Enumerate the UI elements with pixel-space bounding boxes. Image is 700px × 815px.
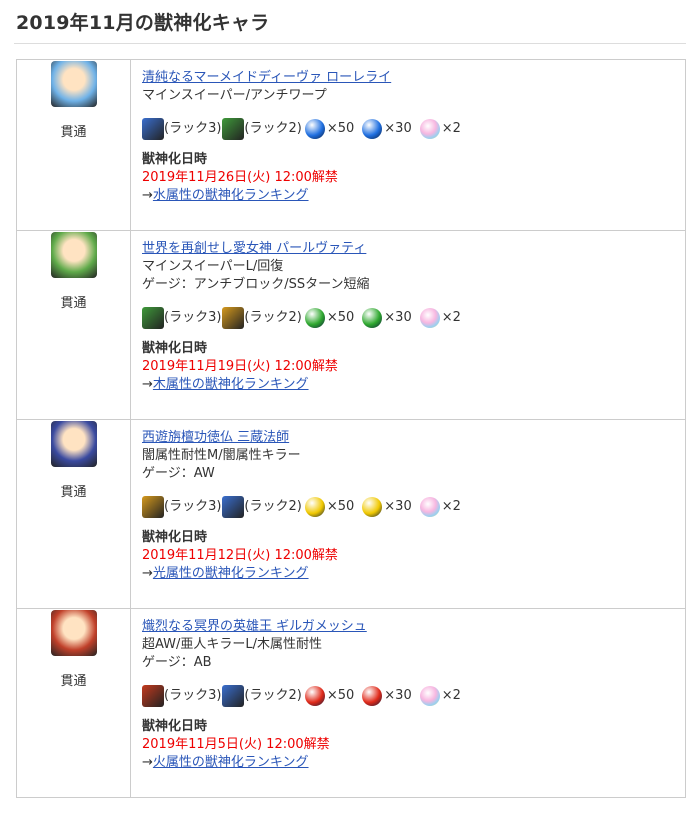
luck-label: (ラック2) <box>244 688 302 703</box>
arrow-text: → <box>142 377 153 392</box>
ability-text: 闇属性耐性M/闇属性キラー <box>142 448 301 463</box>
water-orb-icon <box>362 119 383 139</box>
materials-row: (ラック3) (ラック2) ×50 ×30 ×2 <box>142 682 675 710</box>
orb-count: ×50 <box>326 310 355 325</box>
character-row: 貫通 清純なるマーメイドディーヴァ ローレライ マインスイーパー/アンチワープ … <box>16 59 686 231</box>
materials-row: (ラック3) (ラック2) ×50 ×30 ×2 <box>142 115 675 143</box>
evolution-table: 貫通 清純なるマーメイドディーヴァ ローレライ マインスイーパー/アンチワープ … <box>16 59 686 798</box>
fire-big-orb-icon <box>304 686 325 706</box>
ranking-link[interactable]: 水属性の獣神化ランキング <box>153 188 309 203</box>
arrow-text: → <box>142 188 153 203</box>
orb-count: ×50 <box>326 688 355 703</box>
release-date: 2019年11月19日(火) 12:00解禁 <box>142 359 338 374</box>
wood-big-orb-icon <box>304 308 325 328</box>
page-title: 2019年11月の獣神化キャラ <box>14 8 686 44</box>
character-portrait-icon[interactable] <box>50 61 97 107</box>
hit-type-label: 貫通 <box>60 125 87 140</box>
portrait-cell: 貫通 <box>16 419 131 609</box>
ability-text: マインスイーパー/アンチワープ <box>142 88 327 103</box>
rainbow-orb-icon <box>419 119 440 139</box>
light-big-orb-icon <box>304 497 325 517</box>
ability-text: ゲージ：AB <box>142 655 212 670</box>
detail-cell: 熾烈なる冥界の英雄王 ギルガメッシュ 超AW/亜人キラーL/木属性耐性 ゲージ：A… <box>130 608 686 798</box>
rainbow-orb-icon <box>419 308 440 328</box>
detail-cell: 西遊旃檀功徳仏 三蔵法師 闇属性耐性M/闇属性キラー ゲージ：AW (ラック3)(… <box>130 419 686 609</box>
ability-text: ゲージ：AW <box>142 466 215 481</box>
luck-label: (ラック3) <box>164 499 222 514</box>
date-label: 獣神化日時 <box>142 530 208 545</box>
hit-type-label: 貫通 <box>60 485 87 500</box>
orb-count: ×50 <box>326 121 355 136</box>
ranking-link[interactable]: 火属性の獣神化ランキング <box>153 755 309 770</box>
orb-count: ×2 <box>441 310 461 325</box>
portrait-cell: 貫通 <box>16 59 131 231</box>
character-row: 貫通 世界を再創せし愛女神 パールヴァティ マインスイーパーL/回復ゲージ：アン… <box>16 230 686 420</box>
ranking-link[interactable]: 光属性の獣神化ランキング <box>153 566 309 581</box>
character-row: 貫通 熾烈なる冥界の英雄王 ギルガメッシュ 超AW/亜人キラーL/木属性耐性 ゲー… <box>16 608 686 798</box>
materials-row: (ラック3) (ラック2) ×50 ×30 ×2 <box>142 304 675 332</box>
ability-text: ゲージ：アンチブロック/SSターン短縮 <box>142 277 370 292</box>
light-orb-icon <box>362 497 383 517</box>
hit-type-label: 貫通 <box>60 674 87 689</box>
green-material-icon <box>142 307 164 329</box>
orb-count: ×2 <box>441 121 461 136</box>
orb-count: ×2 <box>441 688 461 703</box>
luck-label: (ラック2) <box>244 499 302 514</box>
gold-material-icon <box>222 307 245 329</box>
water-big-orb-icon <box>304 119 325 139</box>
luck-label: (ラック3) <box>164 121 222 136</box>
character-portrait-icon[interactable] <box>50 421 97 467</box>
rainbow-orb-icon <box>419 686 440 706</box>
date-label: 獣神化日時 <box>142 719 208 734</box>
gold-material-icon <box>142 496 164 518</box>
orb-count: ×30 <box>384 688 412 703</box>
character-portrait-icon[interactable] <box>50 232 97 278</box>
ranking-link[interactable]: 木属性の獣神化ランキング <box>153 377 309 392</box>
ability-text: 超AW/亜人キラーL/木属性耐性 <box>142 637 323 652</box>
fire-orb-icon <box>362 686 383 706</box>
orb-count: ×30 <box>384 121 412 136</box>
rainbow-orb-icon <box>419 497 440 517</box>
arrow-text: → <box>142 755 153 770</box>
detail-cell: 清純なるマーメイドディーヴァ ローレライ マインスイーパー/アンチワープ (ラッ… <box>130 59 686 231</box>
character-name-link[interactable]: 清純なるマーメイドディーヴァ ローレライ <box>142 70 391 85</box>
release-date: 2019年11月26日(火) 12:00解禁 <box>142 170 338 185</box>
release-date: 2019年11月5日(火) 12:00解禁 <box>142 737 330 752</box>
red-material-icon <box>142 685 164 707</box>
ability-text: マインスイーパーL/回復 <box>142 259 284 274</box>
detail-cell: 世界を再創せし愛女神 パールヴァティ マインスイーパーL/回復ゲージ：アンチブロ… <box>130 230 686 420</box>
green-material-icon <box>222 118 245 140</box>
blue-material-icon <box>222 496 245 518</box>
luck-label: (ラック2) <box>244 310 302 325</box>
date-label: 獣神化日時 <box>142 341 208 356</box>
orb-count: ×2 <box>441 499 461 514</box>
character-name-link[interactable]: 西遊旃檀功徳仏 三蔵法師 <box>142 430 289 445</box>
character-row: 貫通 西遊旃檀功徳仏 三蔵法師 闇属性耐性M/闇属性キラー ゲージ：AW (ラック… <box>16 419 686 609</box>
arrow-text: → <box>142 566 153 581</box>
portrait-cell: 貫通 <box>16 230 131 420</box>
orb-count: ×30 <box>384 499 412 514</box>
orb-count: ×30 <box>384 310 412 325</box>
materials-row: (ラック3) (ラック2) ×50 ×30 ×2 <box>142 493 675 521</box>
character-portrait-icon[interactable] <box>50 610 97 656</box>
date-label: 獣神化日時 <box>142 152 208 167</box>
release-date: 2019年11月12日(火) 12:00解禁 <box>142 548 338 563</box>
character-name-link[interactable]: 熾烈なる冥界の英雄王 ギルガメッシュ <box>142 619 367 634</box>
orb-count: ×50 <box>326 499 355 514</box>
character-name-link[interactable]: 世界を再創せし愛女神 パールヴァティ <box>142 241 366 256</box>
luck-label: (ラック2) <box>244 121 302 136</box>
luck-label: (ラック3) <box>164 310 222 325</box>
blue-material-icon <box>142 118 164 140</box>
blue-material-icon <box>222 685 245 707</box>
portrait-cell: 貫通 <box>16 608 131 798</box>
luck-label: (ラック3) <box>164 688 222 703</box>
hit-type-label: 貫通 <box>60 296 87 311</box>
wood-orb-icon <box>362 308 383 328</box>
